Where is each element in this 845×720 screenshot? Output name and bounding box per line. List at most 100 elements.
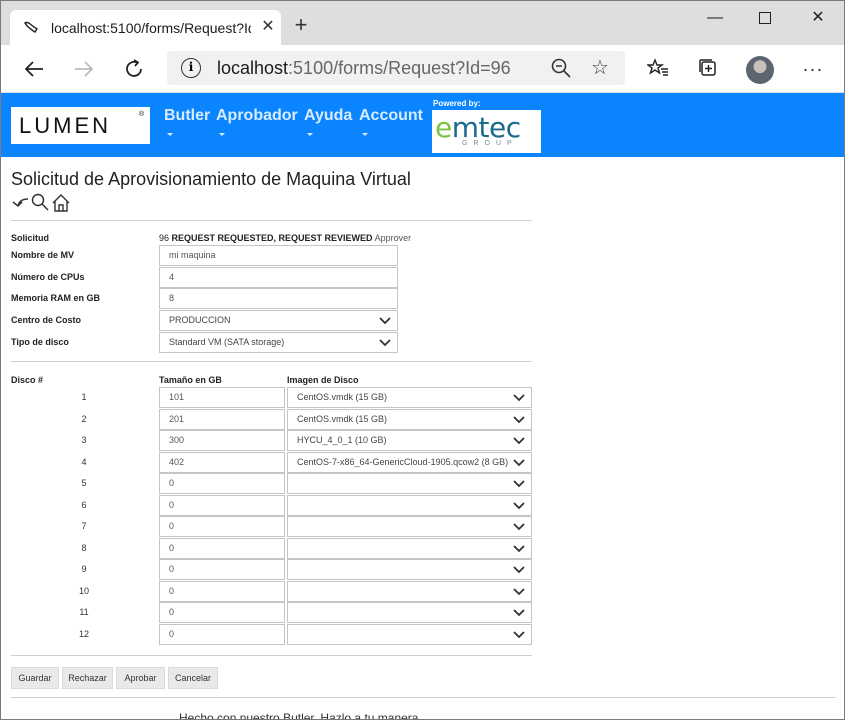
disk-image-select[interactable]: CentOS.vmdk (15 GB) (287, 409, 532, 430)
disk-image-header: Imagen de Disco (287, 375, 359, 385)
home-icon[interactable] (51, 193, 71, 213)
disk-image-select[interactable] (287, 495, 532, 516)
disk-size-input[interactable]: 101 (159, 387, 285, 408)
close-window-icon[interactable]: ✕ (795, 1, 841, 35)
disk-number: 3 (81, 435, 87, 445)
more-menu-icon[interactable]: ··· (801, 57, 825, 81)
disk-image-select[interactable]: HYCU_4_0_1 (10 GB) (287, 430, 532, 451)
chevron-down-icon (362, 133, 368, 137)
centro-costo-select[interactable]: PRODUCCION (159, 310, 398, 331)
divider (11, 655, 532, 656)
rechazar-button[interactable]: Rechazar (62, 667, 113, 689)
url-text[interactable]: localhost:5100/forms/Request?Id=96 (217, 58, 511, 79)
chevron-down-icon (379, 339, 391, 347)
profile-avatar[interactable] (746, 56, 774, 84)
disk-number-header: Disco # (11, 375, 44, 385)
address-bar[interactable]: i localhost:5100/forms/Request?Id=96 ☆ (167, 51, 625, 85)
page-title: Solicitud de Aprovisionamiento de Maquin… (11, 169, 411, 189)
disk-number: 5 (81, 478, 87, 488)
site-info-icon[interactable]: i (181, 58, 201, 78)
web-page: LUMEN ® Butler Aprobador Ayuda Account P… (1, 93, 844, 720)
menu-butler[interactable]: Butler (164, 107, 210, 125)
disk-image-select[interactable]: CentOS-7-x86_64-GenericCloud-1905.qcow2 … (287, 452, 532, 473)
collections-icon[interactable] (696, 57, 720, 81)
emtec-logo: emtec GROUP (432, 110, 541, 153)
disk-size-input[interactable]: 402 (159, 452, 285, 473)
footer-text: Hecho con nuestro Butler. Hazlo a tu man… (179, 711, 419, 720)
chevron-down-icon (513, 609, 525, 617)
disk-size-input[interactable]: 0 (159, 538, 285, 559)
disk-number: 7 (81, 521, 87, 531)
browser-tab[interactable]: localhost:5100/forms/Request?Id=96 ✕ (10, 10, 281, 45)
tipo-disco-select[interactable]: Standard VM (SATA storage) (159, 332, 398, 353)
refresh-icon[interactable] (120, 55, 148, 83)
disk-number: 4 (81, 457, 87, 467)
disk-image-select[interactable] (287, 624, 532, 645)
minimize-icon[interactable]: — (692, 1, 738, 35)
disk-size-input[interactable]: 0 (159, 473, 285, 494)
back-icon[interactable] (20, 55, 48, 83)
lumen-logo[interactable]: LUMEN ® (11, 107, 150, 144)
solicitud-value: 96 REQUEST REQUESTED, REQUEST REVIEWED A… (159, 233, 412, 243)
disk-image-select[interactable] (287, 516, 532, 537)
ram-label: Memoria RAM en GB (11, 293, 101, 303)
disk-number: 1 (81, 392, 87, 402)
cancelar-button[interactable]: Cancelar (168, 667, 218, 689)
favorite-star-icon[interactable]: ☆ (591, 55, 609, 80)
disk-image-select[interactable]: CentOS.vmdk (15 GB) (287, 387, 532, 408)
zoom-out-icon[interactable] (550, 57, 572, 79)
chevron-down-icon (513, 480, 525, 488)
guardar-button[interactable]: Guardar (11, 667, 59, 689)
chevron-down-icon (513, 437, 525, 445)
disk-number: 6 (81, 500, 87, 510)
disk-image-value: CentOS.vmdk (15 GB) (297, 414, 388, 424)
disk-size-input[interactable]: 0 (159, 624, 285, 645)
maximize-icon[interactable] (742, 1, 788, 35)
chevron-down-icon (513, 545, 525, 553)
disk-size-input[interactable]: 0 (159, 581, 285, 602)
chevron-down-icon (513, 394, 525, 402)
chevron-down-icon (513, 566, 525, 574)
chevron-down-icon (167, 133, 173, 137)
powered-by-label: Powered by: (433, 99, 481, 108)
disk-image-select[interactable] (287, 473, 532, 494)
favorites-icon[interactable] (645, 57, 670, 81)
back-arrow-icon[interactable] (11, 193, 31, 211)
forward-icon[interactable] (70, 55, 98, 83)
close-tab-icon[interactable]: ✕ (259, 18, 277, 36)
disk-size-input[interactable]: 0 (159, 559, 285, 580)
divider (11, 361, 532, 362)
search-icon[interactable] (31, 193, 49, 211)
new-tab-icon[interactable]: + (290, 14, 312, 37)
disk-image-select[interactable] (287, 581, 532, 602)
disk-image-select[interactable] (287, 538, 532, 559)
disk-image-select[interactable] (287, 559, 532, 580)
disk-number: 11 (79, 607, 89, 617)
chevron-down-icon (513, 459, 525, 467)
divider (11, 220, 532, 221)
disk-size-input[interactable]: 0 (159, 516, 285, 537)
menu-ayuda[interactable]: Ayuda (304, 107, 352, 125)
ram-input[interactable]: 8 (159, 288, 398, 309)
chevron-down-icon (513, 631, 525, 639)
centro-costo-label: Centro de Costo (11, 315, 82, 325)
menu-aprobador[interactable]: Aprobador (216, 107, 298, 125)
app-header: LUMEN ® Butler Aprobador Ayuda Account P… (1, 93, 844, 157)
menu-account[interactable]: Account (359, 107, 423, 125)
nombre-mv-input[interactable]: mi maquina (159, 245, 398, 266)
disk-size-input[interactable]: 0 (159, 602, 285, 623)
cpus-input[interactable]: 4 (159, 267, 398, 288)
solicitud-label: Solicitud (11, 233, 49, 243)
aprobar-button[interactable]: Aprobar (116, 667, 165, 689)
chevron-down-icon (513, 523, 525, 531)
disk-image-select[interactable] (287, 602, 532, 623)
disk-size-input[interactable]: 201 (159, 409, 285, 430)
disk-size-input[interactable]: 0 (159, 495, 285, 516)
disk-size-header: Tamaño en GB (159, 375, 222, 385)
chevron-down-icon (307, 133, 313, 137)
nombre-mv-label: Nombre de MV (11, 250, 75, 260)
divider (11, 697, 836, 698)
browser-window: localhost:5100/forms/Request?Id=96 ✕ + —… (0, 0, 845, 720)
disk-size-input[interactable]: 300 (159, 430, 285, 451)
title-bar: localhost:5100/forms/Request?Id=96 ✕ + —… (1, 1, 844, 45)
